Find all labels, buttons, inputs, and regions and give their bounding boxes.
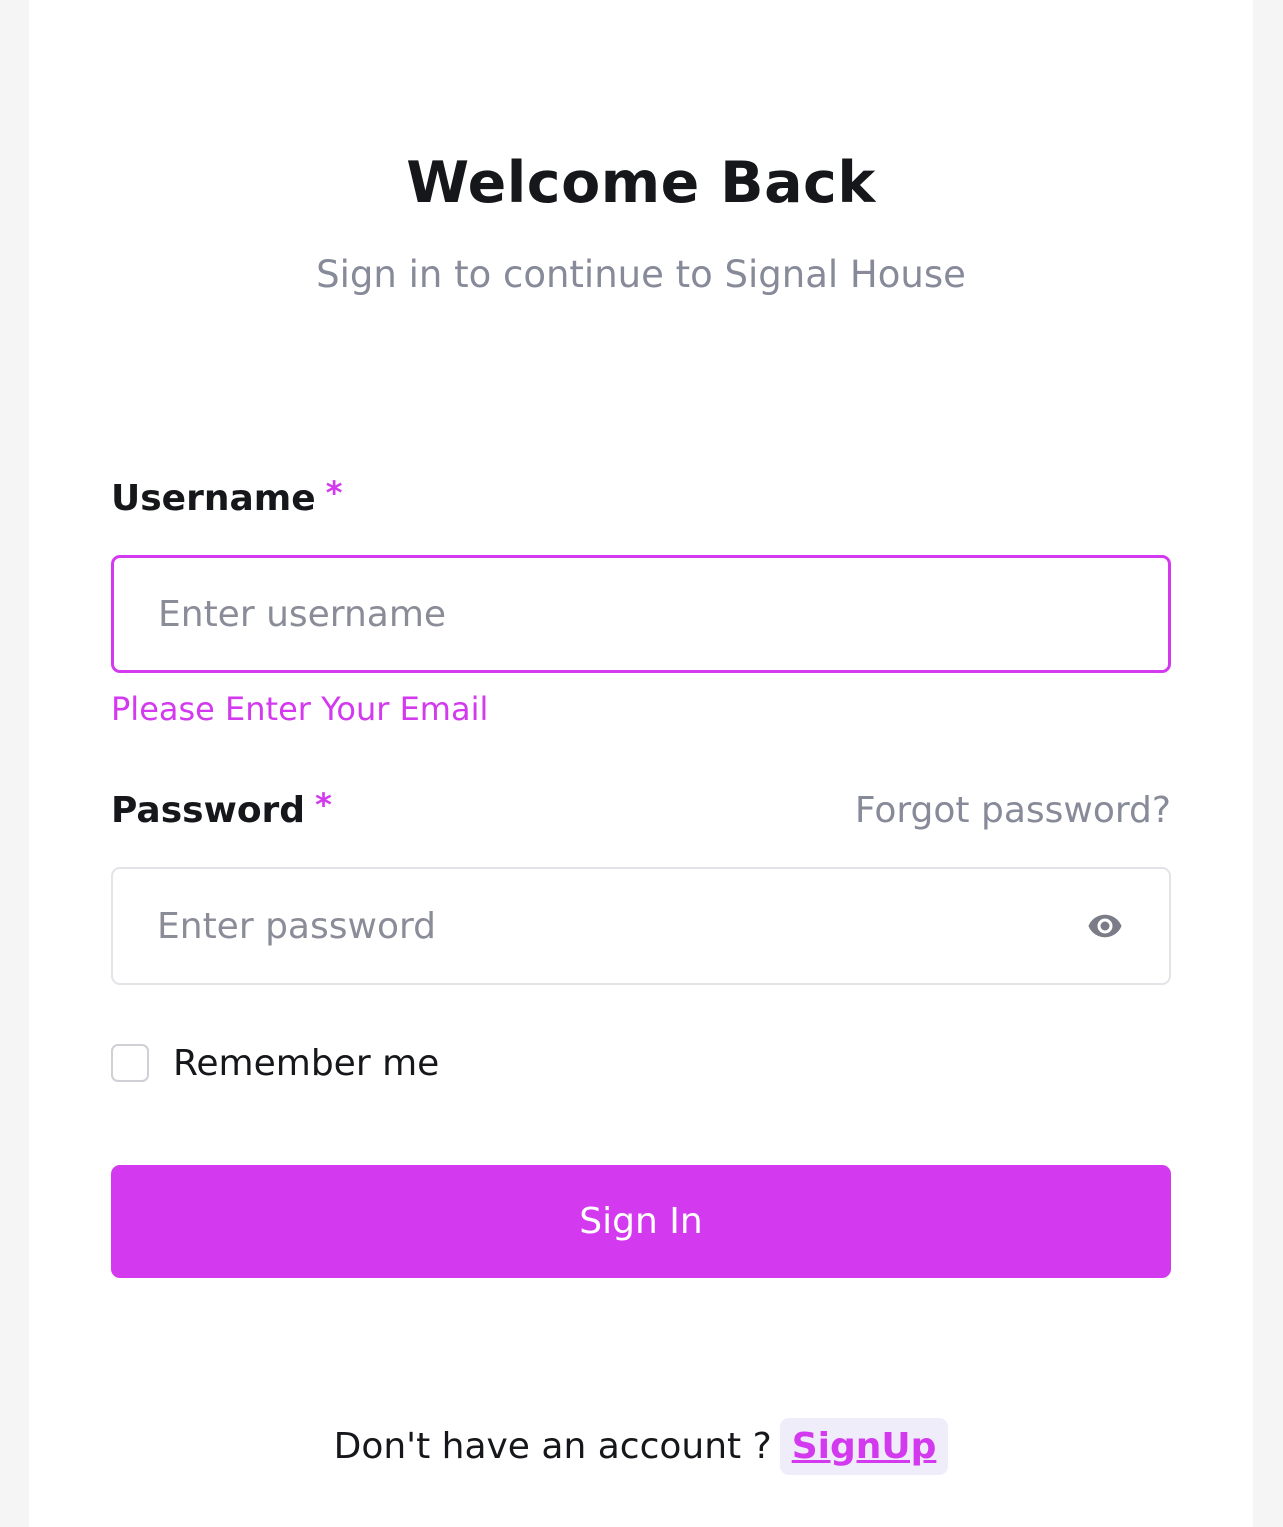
username-label-text: Username — [111, 478, 316, 519]
eye-icon[interactable] — [1085, 908, 1125, 944]
required-asterisk: * — [315, 786, 332, 824]
page-title: Welcome Back — [406, 150, 876, 216]
signup-link[interactable]: SignUp — [779, 1418, 949, 1475]
password-label-text: Password — [111, 790, 306, 831]
remember-me-checkbox[interactable] — [111, 1044, 149, 1082]
login-card: Welcome Back Sign in to continue to Sign… — [29, 0, 1253, 1527]
signup-prompt: Don't have an account ? SignUp — [29, 1418, 1253, 1475]
signup-prompt-text: Don't have an account ? — [333, 1426, 772, 1467]
required-asterisk: * — [325, 474, 343, 512]
username-input[interactable] — [111, 555, 1171, 673]
sign-in-button[interactable]: Sign In — [111, 1165, 1171, 1278]
password-label: Password * — [111, 786, 332, 831]
remember-me-label[interactable]: Remember me — [173, 1043, 439, 1084]
forgot-password-link[interactable]: Forgot password? — [855, 790, 1171, 831]
remember-me-row: Remember me — [111, 1040, 439, 1086]
username-label: Username * — [111, 474, 342, 519]
username-error-message: Please Enter Your Email — [111, 690, 489, 728]
password-input[interactable] — [111, 867, 1171, 985]
page-subtitle: Sign in to continue to Signal House — [316, 253, 966, 296]
